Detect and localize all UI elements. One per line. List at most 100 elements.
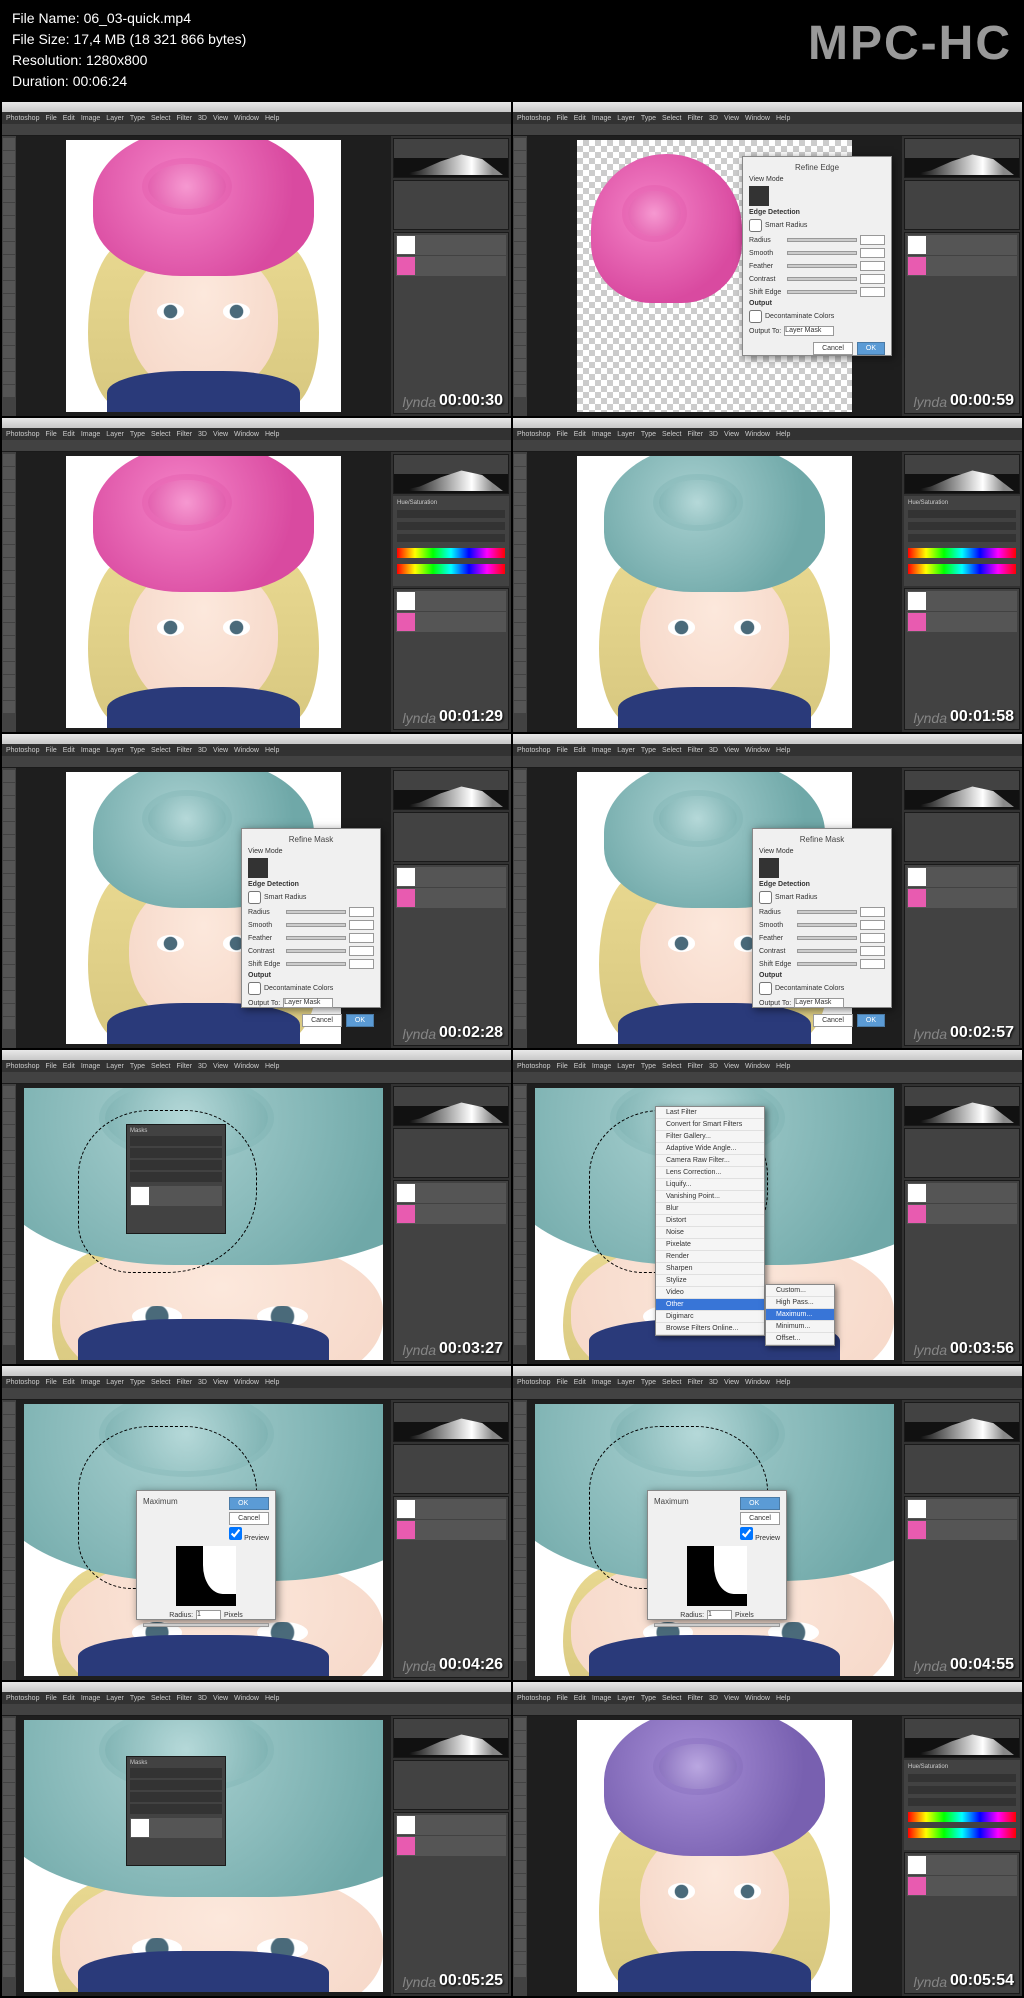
canvas[interactable] xyxy=(577,456,852,728)
tool-icon[interactable] xyxy=(514,1939,526,1951)
tool-icon[interactable] xyxy=(3,1467,15,1479)
output-select[interactable]: Layer Mask xyxy=(283,998,333,1008)
hue-rainbow[interactable] xyxy=(908,1828,1016,1838)
layer-thumbnail-icon[interactable] xyxy=(908,257,926,275)
tool-icon[interactable] xyxy=(514,1320,526,1332)
tool-icon[interactable] xyxy=(3,796,15,808)
tool-icon[interactable] xyxy=(514,385,526,397)
menu-type[interactable]: Type xyxy=(641,747,656,754)
submenu-item[interactable]: Custom... xyxy=(766,1285,834,1297)
tool-icon[interactable] xyxy=(3,597,15,609)
tool-icon[interactable] xyxy=(514,1402,526,1414)
menu-view[interactable]: View xyxy=(213,1695,228,1702)
menu-item[interactable]: Video xyxy=(656,1287,764,1299)
menu-file[interactable]: File xyxy=(556,747,567,754)
menu-select[interactable]: Select xyxy=(662,747,681,754)
menu-filter[interactable]: Filter xyxy=(176,431,192,438)
tool-icon[interactable] xyxy=(3,454,15,466)
tool-icon[interactable] xyxy=(3,965,15,977)
menu-layer[interactable]: Layer xyxy=(106,1379,124,1386)
tool-icon[interactable] xyxy=(514,571,526,583)
layer-mask-icon[interactable] xyxy=(397,592,415,610)
menu-bar[interactable]: PhotoshopFileEditImageLayerTypeSelectFil… xyxy=(2,1060,511,1072)
menu-image[interactable]: Image xyxy=(81,1063,100,1070)
tool-icon[interactable] xyxy=(3,1861,15,1873)
tool-icon[interactable] xyxy=(514,1636,526,1648)
tool-icon[interactable] xyxy=(514,1004,526,1016)
menu-item[interactable]: Noise xyxy=(656,1227,764,1239)
menu-photoshop[interactable]: Photoshop xyxy=(517,1695,550,1702)
tool-icon[interactable] xyxy=(514,1493,526,1505)
menu-window[interactable]: Window xyxy=(745,1379,770,1386)
tool-icon[interactable] xyxy=(514,151,526,163)
tool-icon[interactable] xyxy=(3,835,15,847)
tool-icon[interactable] xyxy=(514,675,526,687)
menu-image[interactable]: Image xyxy=(592,1379,611,1386)
layers-panel[interactable] xyxy=(393,1496,509,1678)
menu-bar[interactable]: PhotoshopFileEditImageLayerTypeSelectFil… xyxy=(513,1376,1022,1388)
menu-item[interactable]: Adaptive Wide Angle... xyxy=(656,1143,764,1155)
video-thumbnail[interactable]: PhotoshopFileEditImageLayerTypeSelectFil… xyxy=(2,1366,511,1680)
tool-icon[interactable] xyxy=(3,1900,15,1912)
histogram-panel[interactable] xyxy=(904,1718,1020,1758)
tool-icon[interactable] xyxy=(514,636,526,648)
tool-icon[interactable] xyxy=(3,1519,15,1531)
tool-icon[interactable] xyxy=(3,532,15,544)
video-thumbnail[interactable]: PhotoshopFileEditImageLayerTypeSelectFil… xyxy=(2,1050,511,1364)
tool-icon[interactable] xyxy=(3,281,15,293)
tool-icon[interactable] xyxy=(3,991,15,1003)
menu-help[interactable]: Help xyxy=(776,431,790,438)
submenu-item[interactable]: Minimum... xyxy=(766,1321,834,1333)
menu-bar[interactable]: PhotoshopFileEditImageLayerTypeSelectFil… xyxy=(2,744,511,756)
menu-image[interactable]: Image xyxy=(81,431,100,438)
menu-item[interactable]: Stylize xyxy=(656,1275,764,1287)
tool-icon[interactable] xyxy=(3,255,15,267)
tool-icon[interactable] xyxy=(3,1649,15,1661)
menu-filter[interactable]: Filter xyxy=(687,431,703,438)
menu-image[interactable]: Image xyxy=(592,115,611,122)
menu-bar[interactable]: PhotoshopFileEditImageLayerTypeSelectFil… xyxy=(513,112,1022,124)
tool-icon[interactable] xyxy=(3,623,15,635)
tool-icon[interactable] xyxy=(3,1584,15,1596)
mask-thumbnail-icon[interactable] xyxy=(131,1187,149,1205)
layer-thumbnail-icon[interactable] xyxy=(908,1877,926,1895)
tool-icon[interactable] xyxy=(3,900,15,912)
tool-icon[interactable] xyxy=(514,1177,526,1189)
tool-icon[interactable] xyxy=(3,1320,15,1332)
tool-icon[interactable] xyxy=(514,1584,526,1596)
tool-icon[interactable] xyxy=(3,138,15,150)
histogram-panel[interactable] xyxy=(393,1402,509,1442)
menu-bar[interactable]: PhotoshopFileEditImageLayerTypeSelectFil… xyxy=(513,744,1022,756)
menu-window[interactable]: Window xyxy=(234,1063,259,1070)
adjustments-panel[interactable] xyxy=(393,812,509,862)
tool-icon[interactable] xyxy=(3,519,15,531)
menu-filter[interactable]: Filter xyxy=(687,1063,703,1070)
menu-file[interactable]: File xyxy=(45,115,56,122)
tool-icon[interactable] xyxy=(514,1268,526,1280)
tool-icon[interactable] xyxy=(3,926,15,938)
layer-row[interactable] xyxy=(907,867,1017,887)
tool-icon[interactable] xyxy=(514,1900,526,1912)
tool-icon[interactable] xyxy=(3,320,15,332)
properties-panel[interactable]: Masks xyxy=(126,1124,226,1234)
tool-icon[interactable] xyxy=(514,1532,526,1544)
menu-edit[interactable]: Edit xyxy=(63,1379,75,1386)
menu-window[interactable]: Window xyxy=(745,747,770,754)
menu-file[interactable]: File xyxy=(556,115,567,122)
tool-icon[interactable] xyxy=(3,1294,15,1306)
menu-type[interactable]: Type xyxy=(130,1695,145,1702)
menu-type[interactable]: Type xyxy=(641,1379,656,1386)
hue-rainbow[interactable] xyxy=(908,1812,1016,1822)
radius-input[interactable]: 1 xyxy=(707,1610,732,1620)
tool-icon[interactable] xyxy=(3,1164,15,1176)
menu-select[interactable]: Select xyxy=(151,431,170,438)
layers-panel[interactable] xyxy=(904,232,1020,414)
menu-layer[interactable]: Layer xyxy=(106,115,124,122)
menu-edit[interactable]: Edit xyxy=(63,1063,75,1070)
tool-icon[interactable] xyxy=(514,662,526,674)
menu-help[interactable]: Help xyxy=(776,1379,790,1386)
tool-icon[interactable] xyxy=(514,939,526,951)
histogram-panel[interactable] xyxy=(904,770,1020,810)
menu-filter[interactable]: Filter xyxy=(176,1379,192,1386)
tool-icon[interactable] xyxy=(514,1480,526,1492)
